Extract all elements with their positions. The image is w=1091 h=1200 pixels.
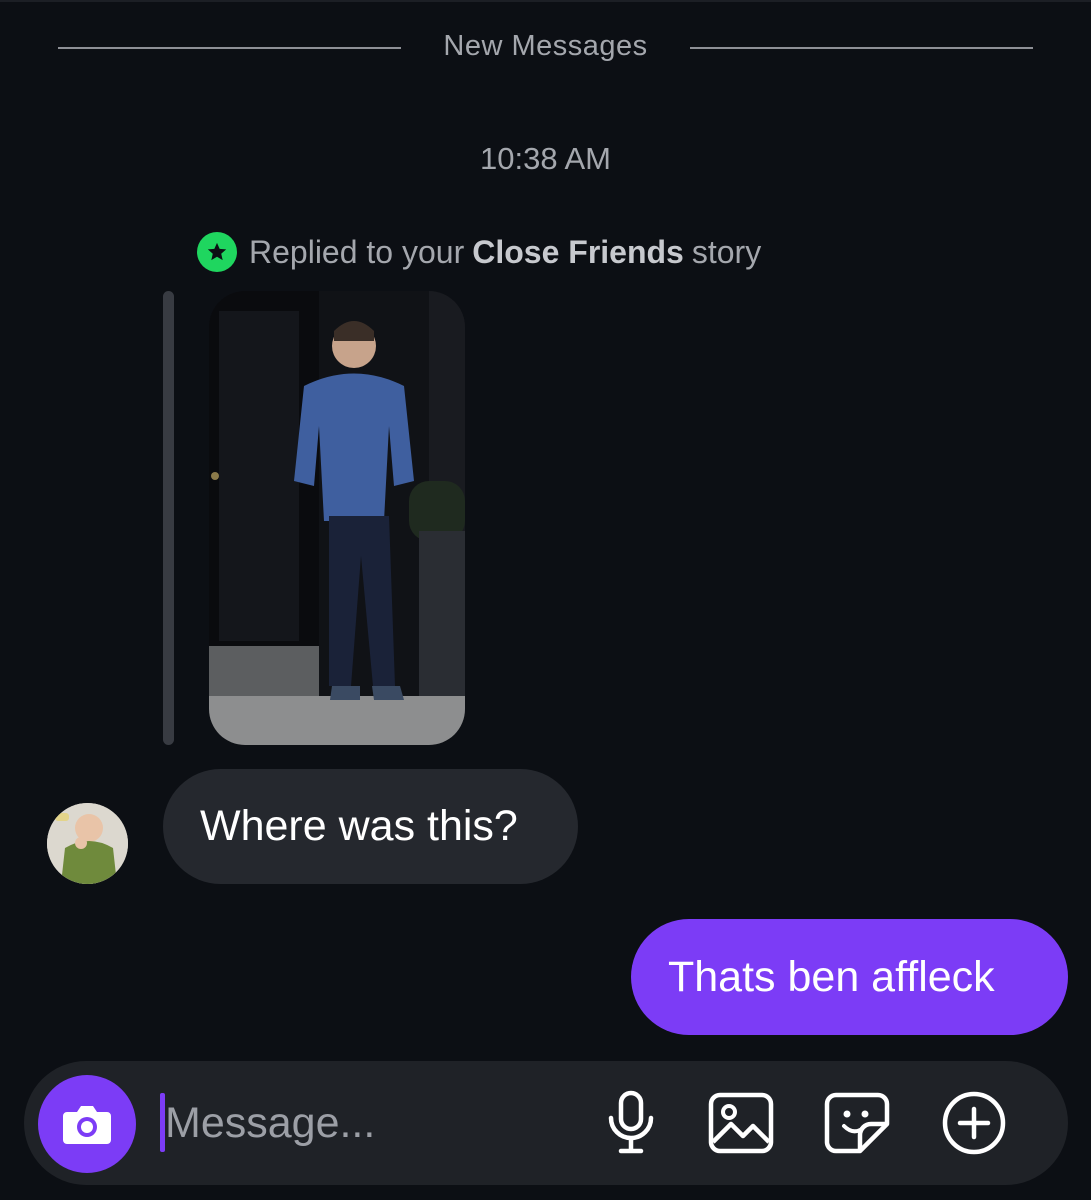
story-thumbnail[interactable]: [209, 291, 465, 745]
top-edge-line: [0, 0, 1091, 2]
more-options-button[interactable]: [941, 1090, 1007, 1156]
story-reply-suffix: story: [691, 233, 762, 270]
plus-circle-icon: [942, 1091, 1006, 1155]
microphone-button[interactable]: [598, 1090, 664, 1156]
star-icon: [197, 232, 237, 272]
gallery-button[interactable]: [708, 1090, 774, 1156]
message-input[interactable]: [165, 1090, 585, 1156]
camera-icon: [63, 1106, 111, 1144]
new-messages-divider-left: [58, 47, 401, 49]
story-reply-prefix: Replied to your: [249, 233, 465, 270]
reply-indicator-bar: [163, 291, 174, 745]
outgoing-message-bubble[interactable]: Thats ben affleck: [631, 919, 1068, 1035]
sticker-icon: [824, 1092, 890, 1154]
sticker-button[interactable]: [824, 1090, 890, 1156]
outgoing-message-text: Thats ben affleck: [668, 952, 995, 1001]
gallery-icon: [708, 1092, 774, 1154]
incoming-message-bubble[interactable]: Where was this?: [163, 769, 578, 884]
baby-photo: [47, 803, 128, 884]
sender-avatar[interactable]: [47, 803, 128, 884]
close-friends-label: Close Friends: [472, 233, 684, 270]
story-photo: [209, 291, 465, 745]
new-messages-divider-right: [690, 47, 1033, 49]
story-reply-caption: Replied to your Close Friends story: [197, 230, 761, 274]
message-timestamp: 10:38 AM: [480, 141, 611, 176]
incoming-message-text: Where was this?: [200, 802, 518, 850]
microphone-icon: [608, 1090, 654, 1154]
new-messages-label: New Messages: [443, 30, 648, 62]
camera-button[interactable]: [38, 1075, 136, 1173]
